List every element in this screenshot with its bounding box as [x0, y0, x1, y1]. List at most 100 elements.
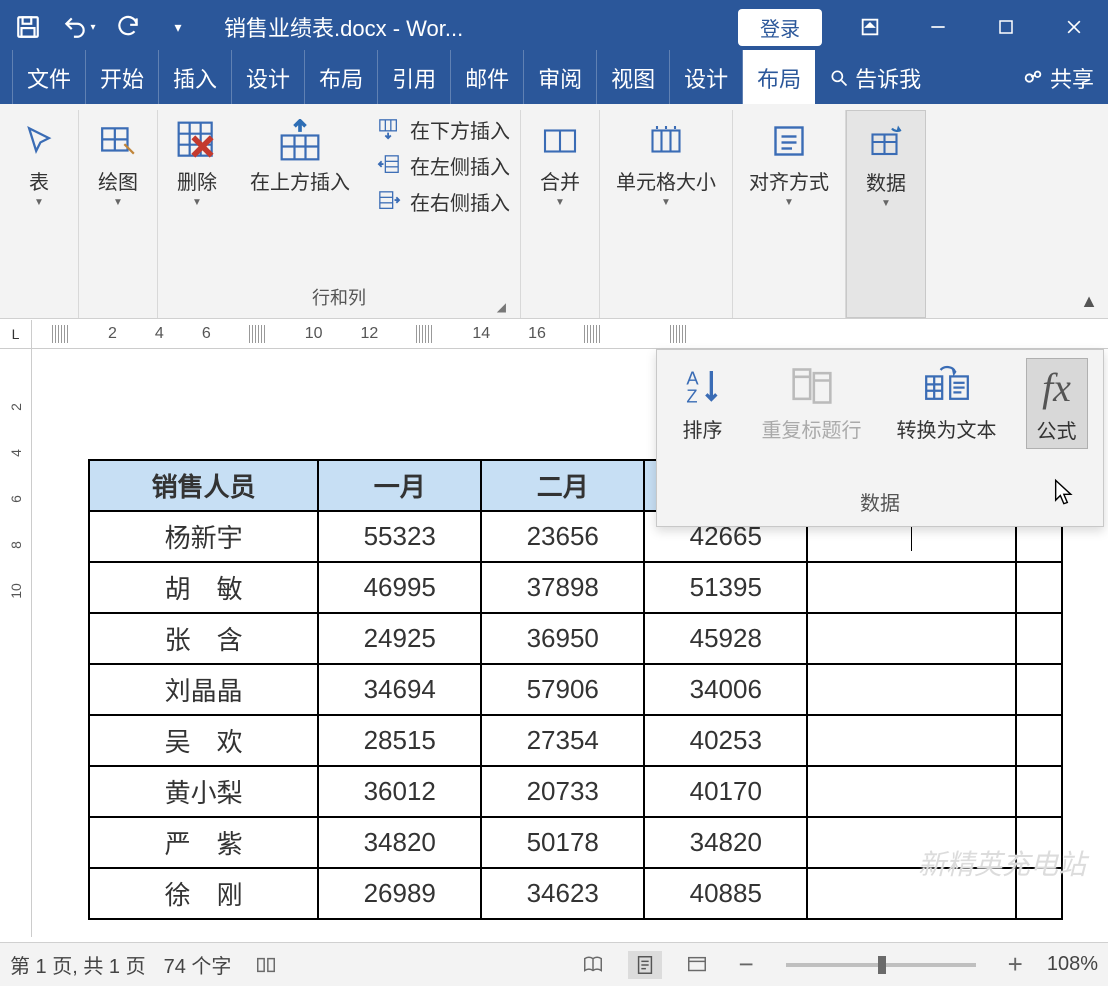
print-layout-button[interactable]: [628, 951, 662, 979]
sales-table[interactable]: 销售人员 一月 二月 三月 销售总量 杨新宇553232365642665胡 敏…: [88, 459, 1063, 920]
cell-value[interactable]: 45928: [644, 613, 807, 664]
horizontal-ruler[interactable]: L 2 4 6 10 12 14 16: [0, 319, 1108, 349]
login-button[interactable]: 登录: [738, 9, 822, 46]
cell-value[interactable]: 24925: [318, 613, 481, 664]
zoom-slider[interactable]: [786, 963, 976, 967]
cell-value[interactable]: 23656: [481, 511, 644, 562]
cell-value[interactable]: 40170: [644, 766, 807, 817]
cell-name[interactable]: 吴 欢: [89, 715, 318, 766]
cell-value[interactable]: 36950: [481, 613, 644, 664]
delete-button[interactable]: 删除 ▼: [168, 114, 226, 212]
alignment-button[interactable]: 对齐方式 ▼: [743, 114, 835, 212]
merge-button[interactable]: 合并 ▼: [531, 114, 589, 212]
qat-customize[interactable]: ▾: [158, 7, 198, 47]
tab-layout[interactable]: 布局: [305, 50, 378, 104]
header-name[interactable]: 销售人员: [89, 460, 318, 511]
cell-name[interactable]: 杨新宇: [89, 511, 318, 562]
cell-total[interactable]: [807, 664, 1016, 715]
tab-table-design[interactable]: 设计: [670, 50, 743, 104]
cell-value[interactable]: 50178: [481, 817, 644, 868]
dialog-launcher-icon[interactable]: ◢: [497, 300, 506, 314]
cell-extra[interactable]: [1016, 766, 1062, 817]
cell-extra[interactable]: [1016, 868, 1062, 919]
insert-above-button[interactable]: 在上方插入: [244, 114, 356, 199]
redo-button[interactable]: [108, 7, 148, 47]
table-row[interactable]: 徐 刚269893462340885: [89, 868, 1062, 919]
tab-view[interactable]: 视图: [597, 50, 670, 104]
tab-home[interactable]: 开始: [86, 50, 159, 104]
cell-value[interactable]: 36012: [318, 766, 481, 817]
cell-value[interactable]: 34820: [644, 817, 807, 868]
collapse-ribbon-icon[interactable]: ▲: [1080, 291, 1098, 312]
table-row[interactable]: 胡 敏469953789851395: [89, 562, 1062, 613]
cell-value[interactable]: 34006: [644, 664, 807, 715]
insert-right-button[interactable]: 在右侧插入: [374, 186, 510, 216]
share-button[interactable]: 共享: [1008, 50, 1108, 104]
cell-name[interactable]: 徐 刚: [89, 868, 318, 919]
cell-value[interactable]: 55323: [318, 511, 481, 562]
cell-total[interactable]: [807, 817, 1016, 868]
cell-name[interactable]: 刘晶晶: [89, 664, 318, 715]
table-row[interactable]: 刘晶晶346945790634006: [89, 664, 1062, 715]
cell-extra[interactable]: [1016, 613, 1062, 664]
read-mode-button[interactable]: [576, 951, 610, 979]
cell-value[interactable]: 34623: [481, 868, 644, 919]
cell-value[interactable]: 26989: [318, 868, 481, 919]
cell-value[interactable]: 37898: [481, 562, 644, 613]
cell-value[interactable]: 34694: [318, 664, 481, 715]
insert-left-button[interactable]: 在左侧插入: [374, 150, 510, 180]
zoom-thumb[interactable]: [878, 956, 886, 974]
close-button[interactable]: [1040, 0, 1108, 54]
table-row[interactable]: 严 紫348205017834820: [89, 817, 1062, 868]
convert-to-text-button[interactable]: 转换为文本: [891, 358, 1003, 447]
cell-total[interactable]: [807, 715, 1016, 766]
cell-value[interactable]: 51395: [644, 562, 807, 613]
cell-total[interactable]: [807, 613, 1016, 664]
cell-extra[interactable]: [1016, 817, 1062, 868]
web-layout-button[interactable]: [680, 951, 714, 979]
cell-name[interactable]: 黄小梨: [89, 766, 318, 817]
zoom-out-button[interactable]: −: [732, 949, 759, 980]
tab-review[interactable]: 审阅: [524, 50, 597, 104]
draw-table-button[interactable]: 绘图 ▼: [89, 114, 147, 212]
header-month1[interactable]: 一月: [318, 460, 481, 511]
sort-button[interactable]: AZ 排序: [673, 358, 733, 447]
table-row[interactable]: 张 含249253695045928: [89, 613, 1062, 664]
tab-selector[interactable]: L: [0, 320, 32, 348]
cell-value[interactable]: 40885: [644, 868, 807, 919]
page-indicator[interactable]: 第 1 页, 共 1 页: [10, 950, 146, 979]
cell-extra[interactable]: [1016, 715, 1062, 766]
spelling-button[interactable]: [249, 951, 283, 979]
cell-total[interactable]: [807, 766, 1016, 817]
cell-name[interactable]: 胡 敏: [89, 562, 318, 613]
save-button[interactable]: [8, 7, 48, 47]
zoom-in-button[interactable]: +: [1002, 949, 1029, 980]
zoom-level[interactable]: 108%: [1047, 953, 1098, 976]
tab-mail[interactable]: 邮件: [451, 50, 524, 104]
cell-value[interactable]: 20733: [481, 766, 644, 817]
tell-me-search[interactable]: 告诉我: [815, 50, 935, 104]
cell-name[interactable]: 严 紫: [89, 817, 318, 868]
cell-value[interactable]: 34820: [318, 817, 481, 868]
cell-total[interactable]: [807, 868, 1016, 919]
ribbon-display-button[interactable]: [836, 0, 904, 54]
cell-value[interactable]: 46995: [318, 562, 481, 613]
header-month2[interactable]: 二月: [481, 460, 644, 511]
cell-value[interactable]: 27354: [481, 715, 644, 766]
maximize-button[interactable]: [972, 0, 1040, 54]
tab-insert[interactable]: 插入: [159, 50, 232, 104]
cell-value[interactable]: 28515: [318, 715, 481, 766]
cell-extra[interactable]: [1016, 562, 1062, 613]
minimize-button[interactable]: [904, 0, 972, 54]
select-table-button[interactable]: 表 ▼: [10, 114, 68, 212]
formula-button[interactable]: fx 公式: [1026, 358, 1088, 449]
tab-table-layout[interactable]: 布局: [743, 50, 815, 104]
cell-total[interactable]: [807, 562, 1016, 613]
undo-button[interactable]: ▾: [58, 7, 98, 47]
tab-file[interactable]: 文件: [12, 50, 86, 104]
table-row[interactable]: 吴 欢285152735440253: [89, 715, 1062, 766]
insert-below-button[interactable]: 在下方插入: [374, 114, 510, 144]
vertical-ruler[interactable]: 2 4 6 8 10: [0, 349, 32, 937]
tab-references[interactable]: 引用: [378, 50, 451, 104]
cell-value[interactable]: 57906: [481, 664, 644, 715]
